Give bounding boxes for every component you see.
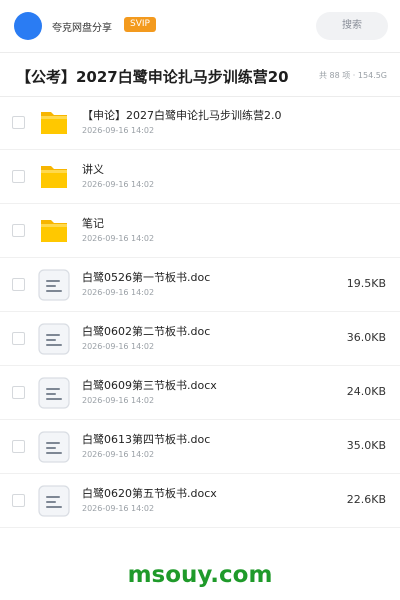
file-date: 2026-09-16 14:02 bbox=[82, 504, 155, 513]
file-row[interactable]: 白鹭0602第二节板书.doc 2026-09-16 14:02 36.0KB bbox=[0, 312, 400, 366]
file-date: 2026-09-16 14:02 bbox=[82, 396, 155, 405]
file-date: 2026-09-16 14:02 bbox=[82, 126, 155, 135]
file-name[interactable]: 讲义 bbox=[82, 161, 104, 177]
file-row[interactable]: 白鹭0609第三节板书.docx 2026-09-16 14:02 24.0KB bbox=[0, 366, 400, 420]
file-size: 36.0KB bbox=[346, 331, 386, 344]
select-checkbox[interactable] bbox=[12, 386, 25, 399]
file-name[interactable]: 白鹭0602第二节板书.doc bbox=[82, 323, 210, 339]
document-icon bbox=[38, 377, 70, 409]
document-icon bbox=[38, 323, 70, 355]
select-checkbox[interactable] bbox=[12, 116, 25, 129]
document-icon bbox=[38, 431, 70, 463]
header-divider bbox=[0, 52, 400, 53]
share-count-info: 共 88 项 · 154.5G bbox=[319, 71, 387, 80]
file-name[interactable]: 白鹭0620第五节板书.docx bbox=[82, 485, 217, 501]
select-checkbox[interactable] bbox=[12, 332, 25, 345]
file-row[interactable]: 讲义 2026-09-16 14:02 bbox=[0, 150, 400, 204]
folder-icon bbox=[38, 161, 70, 193]
file-date: 2026-09-16 14:02 bbox=[82, 234, 155, 243]
file-row[interactable]: 【申论】2027白鹭申论扎马步训练营2.0 2026-09-16 14:02 bbox=[0, 96, 400, 150]
select-checkbox[interactable] bbox=[12, 494, 25, 507]
file-row[interactable]: 白鹭0526第一节板书.doc 2026-09-16 14:02 19.5KB bbox=[0, 258, 400, 312]
file-name[interactable]: 白鹭0613第四节板书.doc bbox=[82, 431, 210, 447]
folder-icon bbox=[38, 215, 70, 247]
file-size: 22.6KB bbox=[346, 493, 386, 506]
app-name: 夸克网盘分享 bbox=[52, 23, 112, 34]
file-name[interactable]: 白鹭0526第一节板书.doc bbox=[82, 269, 210, 285]
file-size: 35.0KB bbox=[346, 439, 386, 452]
file-date: 2026-09-16 14:02 bbox=[82, 180, 155, 189]
select-checkbox[interactable] bbox=[12, 440, 25, 453]
file-name[interactable]: 白鹭0609第三节板书.docx bbox=[82, 377, 217, 393]
watermark-text: msouy.com bbox=[127, 562, 273, 588]
select-checkbox[interactable] bbox=[12, 224, 25, 237]
file-list: 【申论】2027白鹭申论扎马步训练营2.0 2026-09-16 14:02 讲义 2… bbox=[0, 96, 400, 528]
avatar[interactable] bbox=[14, 12, 42, 40]
share-title-bar: 【公考】2027白鹭申论扎马步训练营20 共 88 项 · 154.5G bbox=[0, 54, 400, 96]
select-checkbox[interactable] bbox=[12, 170, 25, 183]
document-icon bbox=[38, 269, 70, 301]
app-header: 夸克网盘分享 SVIP 搜索 bbox=[0, 0, 400, 52]
select-checkbox[interactable] bbox=[12, 278, 25, 291]
file-row[interactable]: 白鹭0620第五节板书.docx 2026-09-16 14:02 22.6KB bbox=[0, 474, 400, 528]
search-button[interactable]: 搜索 bbox=[316, 12, 388, 40]
file-size: 24.0KB bbox=[346, 385, 386, 398]
share-title: 【公考】2027白鹭申论扎马步训练营20 bbox=[16, 68, 289, 86]
file-name[interactable]: 【申论】2027白鹭申论扎马步训练营2.0 bbox=[82, 107, 282, 123]
file-date: 2026-09-16 14:02 bbox=[82, 342, 155, 351]
file-name[interactable]: 笔记 bbox=[82, 215, 104, 231]
file-size: 19.5KB bbox=[346, 277, 386, 290]
folder-icon bbox=[38, 107, 70, 139]
file-row[interactable]: 白鹭0613第四节板书.doc 2026-09-16 14:02 35.0KB bbox=[0, 420, 400, 474]
file-date: 2026-09-16 14:02 bbox=[82, 450, 155, 459]
document-icon bbox=[38, 485, 70, 517]
file-date: 2026-09-16 14:02 bbox=[82, 288, 155, 297]
svip-badge: SVIP bbox=[124, 17, 156, 32]
file-row[interactable]: 笔记 2026-09-16 14:02 bbox=[0, 204, 400, 258]
